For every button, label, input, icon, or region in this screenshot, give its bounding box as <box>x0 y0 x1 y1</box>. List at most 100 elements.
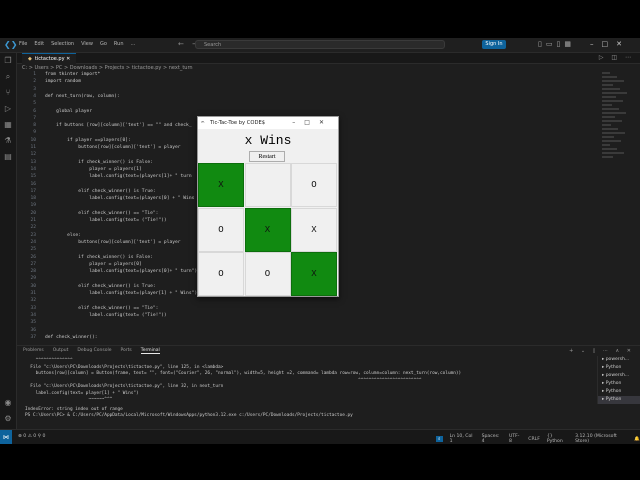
terminal-list-item[interactable]: ▸ Python <box>598 380 640 388</box>
code-line[interactable]: 1 from tkinter import* <box>17 71 100 78</box>
board-cell[interactable]: X <box>198 163 244 207</box>
sign-in-button[interactable]: Sign In <box>482 40 506 49</box>
menu-item[interactable]: File <box>19 41 27 47</box>
tk-window-controls[interactable]: –□✕ <box>292 117 333 129</box>
code-text: elif check_winner() is True: <box>45 283 156 289</box>
code-line[interactable]: 27 player = players[0] <box>17 261 141 268</box>
panel-actions[interactable]: + ⌄ ▯ ⋯ ∧ ✕ <box>569 348 634 354</box>
window-controls[interactable]: –□✕ <box>590 40 630 48</box>
board-cell[interactable]: O <box>198 207 244 252</box>
terminal-list-item[interactable]: ▸ powersh... <box>598 372 640 380</box>
code-line[interactable]: 24 buttons[row][column]['text'] = player <box>17 239 180 246</box>
board-cell[interactable]: O <box>291 163 337 207</box>
board-cell[interactable]: O <box>244 252 291 296</box>
code-line[interactable]: 36 <box>17 327 45 334</box>
terminal-output[interactable]: ^^^^^^^^^^^^^^ File "c:\Users\PC\Downloa… <box>25 358 461 420</box>
code-line[interactable]: 20 elif check_winner() == "Tie": <box>17 210 158 217</box>
language-mode[interactable]: {} Python <box>547 434 568 444</box>
panel-tab[interactable]: Problems <box>23 348 44 354</box>
code-line[interactable]: 8 if buttons [row][column]['text'] == ""… <box>17 122 191 129</box>
board-cell[interactable]: O <box>198 252 244 296</box>
menu-item[interactable]: Selection <box>51 41 74 47</box>
code-line[interactable]: 17 elif check_winner() is True: <box>17 188 155 195</box>
menu-item[interactable]: Edit <box>34 41 44 47</box>
search-status-icon[interactable]: ⌕ <box>436 436 443 442</box>
extensions-icon[interactable]: ▦ <box>0 117 16 133</box>
restart-button[interactable]: Restart <box>249 151 285 162</box>
terminal-list-item[interactable]: ▸ powersh... <box>598 356 640 364</box>
code-line[interactable]: 23 else: <box>17 232 81 239</box>
code-line[interactable]: 16 <box>17 181 45 188</box>
panel-tab[interactable]: Output <box>53 348 69 354</box>
code-line[interactable]: 29 <box>17 275 45 282</box>
code-line[interactable]: 33 elif check_winner() == "Tie": <box>17 305 158 312</box>
code-line[interactable]: 31 label.config(text=(player[1] + " Wins… <box>17 290 197 297</box>
run-debug-icon[interactable]: ▷ <box>0 101 16 117</box>
panel-tab[interactable]: Debug Console <box>77 348 111 354</box>
code-line[interactable]: 21 label.config(text= ("Tie!")) <box>17 217 166 224</box>
layout-toggle-icons[interactable]: ▯▭▯▦ <box>538 40 575 48</box>
code-line[interactable]: 34 label.config(text= ("Tie!")) <box>17 312 166 319</box>
source-control-icon[interactable]: ⑂ <box>0 85 16 101</box>
board-cell[interactable]: X <box>291 252 337 296</box>
encoding[interactable]: UTF-8 <box>509 434 521 444</box>
search-icon[interactable]: ⌕ <box>0 69 16 85</box>
terminal-list-item[interactable]: ▸ Python <box>598 396 640 404</box>
tab-tictactoe[interactable]: ◆ tictactoe.py ✕ <box>22 53 77 64</box>
account-icon[interactable]: ◉ <box>0 395 16 411</box>
code-line[interactable]: 10 if player ==players[0]: <box>17 137 130 144</box>
line-number: 32 <box>30 298 36 304</box>
notifications-icon[interactable]: 🔔 <box>634 437 640 442</box>
menu-item[interactable]: Go <box>100 41 107 47</box>
explorer-icon[interactable]: ❐ <box>0 53 16 69</box>
menu-item[interactable]: Run <box>114 41 124 47</box>
minimap[interactable] <box>602 72 630 342</box>
docker-icon[interactable]: ▤ <box>0 149 16 165</box>
code-line[interactable]: 6 global player <box>17 108 92 115</box>
line-ending[interactable]: CRLF <box>528 437 540 442</box>
problems-count[interactable]: ⊗ 0 ⚠ 0 ⚲ 0 <box>18 434 45 439</box>
menu-item[interactable]: View <box>81 41 93 47</box>
command-search[interactable]: Search <box>195 40 445 49</box>
code-line[interactable]: 32 <box>17 297 45 304</box>
code-line[interactable]: 5 <box>17 100 45 107</box>
code-line[interactable]: 30 elif check_winner() is True: <box>17 283 156 290</box>
terminal-list-item[interactable]: ▸ Python <box>598 388 640 396</box>
code-line[interactable]: 15 label.config(text=(players[1]+ " turn <box>17 173 191 180</box>
line-number: 22 <box>30 225 36 231</box>
remote-icon[interactable]: ⋈ <box>0 430 12 444</box>
python-interpreter[interactable]: 3.12.10 (Microsoft Store) <box>575 434 627 444</box>
code-line[interactable]: 22 <box>17 224 45 231</box>
code-line[interactable]: 12 <box>17 151 45 158</box>
board-cell[interactable]: X <box>291 207 337 252</box>
testing-icon[interactable]: ⚗ <box>0 133 16 149</box>
indentation[interactable]: Spaces: 4 <box>482 434 502 444</box>
line-number: 29 <box>30 276 36 282</box>
cursor-position[interactable]: Ln 10, Col 1 <box>450 434 475 444</box>
code-line[interactable]: 3 <box>17 86 45 93</box>
menu-item[interactable]: ... <box>131 41 136 47</box>
code-line[interactable]: 9 <box>17 129 45 136</box>
code-line[interactable]: 13 if check_winner() is False: <box>17 159 152 166</box>
code-line[interactable]: 2 import random <box>17 78 81 85</box>
code-line[interactable]: 7 <box>17 115 45 122</box>
line-number: 36 <box>30 327 36 333</box>
code-line[interactable]: 14 player = players[1] <box>17 166 141 173</box>
editor-actions[interactable]: ▷ ◫ ⋯ <box>599 54 634 61</box>
board-cell[interactable] <box>244 163 291 207</box>
code-line[interactable]: 37 def check_winner(): <box>17 334 97 341</box>
settings-gear-icon[interactable]: ⚙ <box>0 411 16 427</box>
board-cell[interactable]: X <box>244 207 291 252</box>
code-line[interactable]: 11 buttons[row][column]['text'] = player <box>17 144 180 151</box>
panel-tab[interactable]: Terminal <box>140 348 160 354</box>
panel-tab[interactable]: Ports <box>120 348 131 354</box>
code-line[interactable]: 18 label.config(text=(players[0] + " Win… <box>17 195 194 202</box>
code-line[interactable]: 19 <box>17 202 45 209</box>
code-line[interactable]: 26 if check_winner() is False: <box>17 254 152 261</box>
terminal-list-item[interactable]: ▸ Python <box>598 364 640 372</box>
code-line[interactable]: 28 label.config(text=(players[0]+ " turn… <box>17 268 197 275</box>
code-line[interactable]: 4 def next_turn(row, column): <box>17 93 119 100</box>
code-line[interactable]: 25 <box>17 246 45 253</box>
title-bar: ❮❯ File Edit Selection View Go Run... ← → Sea… <box>0 38 640 53</box>
code-line[interactable]: 35 <box>17 319 45 326</box>
